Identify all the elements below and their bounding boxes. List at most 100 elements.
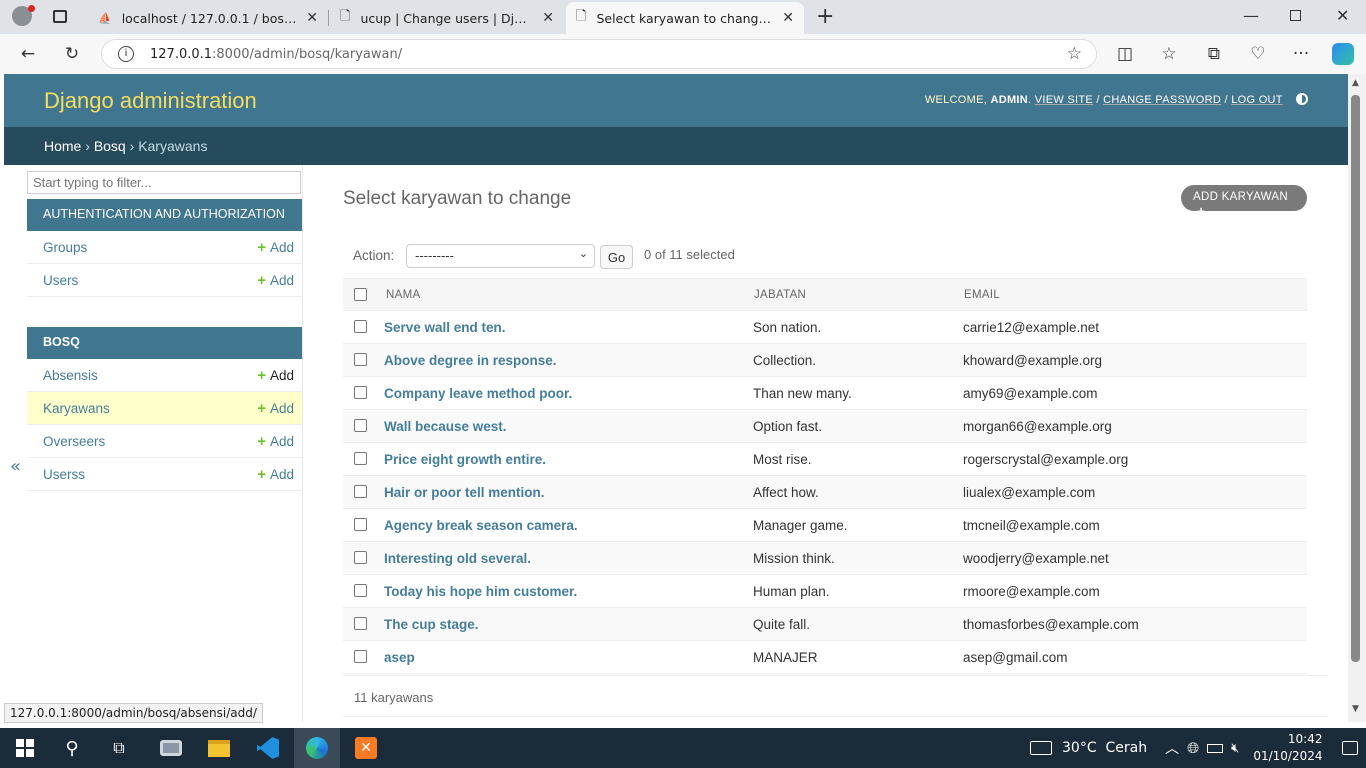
nama-link[interactable]: asep <box>384 650 415 665</box>
nama-link[interactable]: The cup stage. <box>384 617 479 632</box>
chevron-up-icon[interactable]: ︿ <box>1165 738 1179 758</box>
log-out-link[interactable]: LOG OUT <box>1231 94 1282 106</box>
more-menu-icon[interactable]: ··· <box>1284 34 1318 74</box>
address-bar[interactable]: i 127.0.0.1:8000/admin/bosq/karyawan/ ☆ <box>101 39 1097 69</box>
scroll-down-arrow[interactable]: ▼ <box>1352 704 1359 714</box>
nama-link[interactable]: Serve wall end ten. <box>384 320 506 335</box>
action-select[interactable]: --------- ⌄ <box>406 244 595 268</box>
sidebar-item-userss[interactable]: Userss + Add <box>27 458 302 491</box>
edge-icon[interactable] <box>294 728 340 768</box>
breadcrumb-home[interactable]: Home <box>44 138 81 154</box>
row-checkbox[interactable] <box>354 551 367 564</box>
globe-icon[interactable]: 🌐︎ <box>1187 739 1199 757</box>
model-link[interactable]: Userss <box>43 467 85 482</box>
collections-icon[interactable]: ⧉ <box>1197 34 1231 74</box>
add-link[interactable]: + Add <box>257 239 294 256</box>
weather-icon[interactable] <box>1030 741 1052 755</box>
browser-essentials-icon[interactable]: ♡ <box>1241 34 1275 74</box>
scroll-up-arrow[interactable]: ▲ <box>1352 78 1359 88</box>
task-view-icon[interactable]: ⧉ <box>96 728 142 768</box>
tab-select-karyawan[interactable]: 🗋 Select karyawan to change | Djang ✕ <box>566 2 804 34</box>
vscode-icon[interactable] <box>245 728 291 768</box>
close-icon[interactable]: ✕ <box>782 10 794 26</box>
site-brand[interactable]: Django administration <box>44 88 257 114</box>
volume-muted-icon[interactable]: 🔇︎ <box>1231 741 1239 756</box>
change-password-link[interactable]: CHANGE PASSWORD <box>1103 94 1221 106</box>
split-screen-icon[interactable]: ◫ <box>1108 34 1142 74</box>
copilot-icon[interactable] <box>1332 43 1354 65</box>
minimize-button[interactable]: — <box>1243 6 1259 25</box>
add-link[interactable]: + Add <box>257 466 294 483</box>
sidebar-item-absensis[interactable]: Absensis + Add <box>27 359 302 392</box>
select-all-checkbox[interactable] <box>354 288 367 301</box>
sidebar-item-groups[interactable]: Groups + Add <box>27 231 302 264</box>
xampp-icon[interactable]: ✕ <box>343 728 389 768</box>
nama-link[interactable]: Above degree in response. <box>384 353 557 368</box>
clock[interactable]: 10:42 01/10/2024 <box>1253 731 1322 765</box>
row-checkbox[interactable] <box>354 419 367 432</box>
close-icon[interactable]: ✕ <box>306 10 318 26</box>
breadcrumb-app[interactable]: Bosq <box>94 138 126 154</box>
model-link[interactable]: Karyawans <box>43 401 110 416</box>
model-link[interactable]: Groups <box>43 240 87 255</box>
toggle-sidebar-button[interactable]: « <box>10 456 21 477</box>
start-button[interactable] <box>2 728 48 768</box>
row-checkbox[interactable] <box>354 320 367 333</box>
tab-actions-icon[interactable] <box>53 10 67 23</box>
row-checkbox[interactable] <box>354 584 367 597</box>
nama-link[interactable]: Wall because west. <box>384 419 507 434</box>
theme-toggle-icon[interactable] <box>1296 93 1308 105</box>
nama-link[interactable]: Agency break season camera. <box>384 518 578 533</box>
add-link[interactable]: + Add <box>257 433 294 450</box>
back-button[interactable]: ← <box>11 34 45 74</box>
model-link[interactable]: Overseers <box>43 434 105 449</box>
battery-icon[interactable] <box>1207 743 1224 753</box>
row-checkbox[interactable] <box>354 485 367 498</box>
restore-button[interactable] <box>1290 10 1301 21</box>
add-link[interactable]: + Add <box>257 400 294 417</box>
sidebar-item-karyawans[interactable]: Karyawans + Add <box>27 392 302 425</box>
sidebar-item-users[interactable]: Users + Add <box>27 264 302 297</box>
nama-link[interactable]: Price eight growth entire. <box>384 452 546 467</box>
nav-filter-input[interactable] <box>27 171 301 194</box>
search-icon[interactable]: ⚲ <box>49 728 95 768</box>
tab-change-users[interactable]: 🗋 ucup | Change users | Django site ✕ <box>330 2 564 34</box>
column-header-nama[interactable]: NAMA <box>386 289 420 301</box>
column-header-email[interactable]: EMAIL <box>964 289 1000 301</box>
app-caption-auth[interactable]: AUTHENTICATION AND AUTHORIZATION <box>27 199 302 231</box>
add-link[interactable]: + Add <box>257 367 294 384</box>
app-caption-bosq[interactable]: BOSQ <box>27 327 302 359</box>
nama-link[interactable]: Interesting old several. <box>384 551 531 566</box>
row-checkbox[interactable] <box>354 650 367 663</box>
row-checkbox[interactable] <box>354 617 367 630</box>
favorite-star-icon[interactable]: ☆ <box>1067 44 1082 64</box>
go-button[interactable]: Go <box>600 245 633 269</box>
tab-phpmyadmin[interactable]: ⛵ localhost / 127.0.0.1 / bosq / djan ✕ <box>88 2 328 34</box>
file-explorer-icon[interactable] <box>196 728 242 768</box>
row-checkbox[interactable] <box>354 353 367 366</box>
row-checkbox[interactable] <box>354 386 367 399</box>
scrollbar-thumb[interactable] <box>1351 95 1360 662</box>
weather-text[interactable]: 30°C Cerah <box>1062 740 1147 756</box>
view-site-link[interactable]: VIEW SITE <box>1035 94 1093 106</box>
add-karyawan-button[interactable]: ADD KARYAWAN + <box>1181 185 1307 219</box>
notifications-icon[interactable] <box>1342 741 1359 755</box>
camera-app-icon[interactable] <box>148 728 194 768</box>
page-title: Select karyawan to change <box>343 188 572 209</box>
reload-button[interactable]: ↻ <box>55 34 89 74</box>
nama-link[interactable]: Hair or poor tell mention. <box>384 485 545 500</box>
column-header-jabatan[interactable]: JABATAN <box>754 289 806 301</box>
info-icon[interactable]: i <box>118 46 134 62</box>
row-checkbox[interactable] <box>354 518 367 531</box>
model-link[interactable]: Absensis <box>43 368 98 383</box>
close-icon[interactable]: ✕ <box>542 10 554 26</box>
nama-link[interactable]: Company leave method poor. <box>384 386 572 401</box>
model-link[interactable]: Users <box>43 273 78 288</box>
favorites-icon[interactable]: ☆ <box>1152 34 1186 74</box>
new-tab-button[interactable]: + <box>816 4 834 29</box>
row-checkbox[interactable] <box>354 452 367 465</box>
add-link[interactable]: + Add <box>257 272 294 289</box>
sidebar-item-overseers[interactable]: Overseers + Add <box>27 425 302 458</box>
nama-link[interactable]: Today his hope him customer. <box>384 584 577 599</box>
close-window-button[interactable]: ✕ <box>1336 6 1349 25</box>
